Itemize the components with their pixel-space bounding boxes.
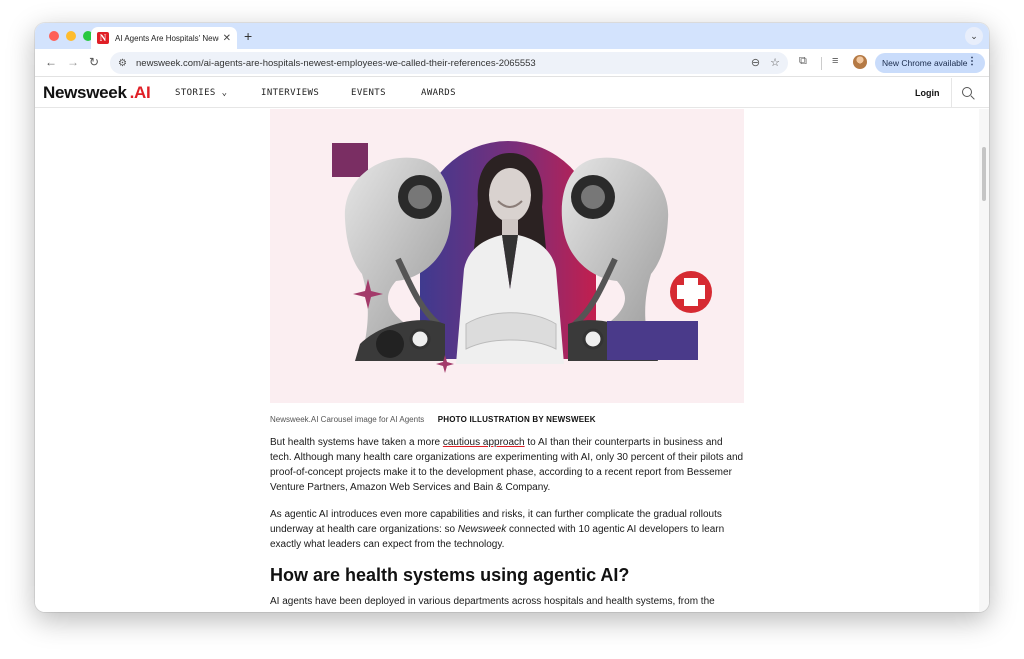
browser-window: N AI Agents Are Hospitals' Newest Employ… — [35, 23, 989, 612]
media-queue-icon[interactable]: ≡ — [832, 55, 838, 67]
page-scrollbar[interactable] — [979, 109, 989, 612]
scrollbar-thumb[interactable] — [982, 147, 986, 201]
site-search-button[interactable] — [951, 78, 989, 108]
active-tab[interactable]: N AI Agents Are Hospitals' Newest Employ… — [91, 27, 237, 49]
nav-events[interactable]: EVENTS — [351, 88, 386, 98]
new-tab-button[interactable]: + — [244, 28, 252, 44]
nav-awards[interactable]: AWARDS — [421, 88, 456, 98]
section-heading: How are health systems using agentic AI? — [270, 565, 630, 585]
zoom-icon[interactable]: ⊖ — [751, 56, 760, 69]
hero-illustration-svg — [270, 109, 744, 403]
close-window-button[interactable] — [49, 31, 59, 41]
puzzle-icon[interactable]: ⧉ — [799, 55, 807, 68]
star-icon[interactable]: ☆ — [770, 56, 780, 69]
minimize-window-button[interactable] — [66, 31, 76, 41]
window-controls — [49, 31, 93, 41]
paragraph-1: But health systems have taken a more cau… — [270, 435, 744, 495]
photo-credit: PHOTO ILLUSTRATION BY NEWSWEEK — [437, 415, 596, 424]
caption-text: Newsweek.AI Carousel image for AI Agents — [270, 415, 425, 424]
search-icon — [962, 87, 972, 97]
update-label: New Chrome available — [882, 58, 968, 68]
toolbar-divider — [821, 57, 822, 70]
article-content: Newsweek.AI Carousel image for AI Agents… — [35, 109, 979, 612]
purple-rectangle — [607, 321, 698, 360]
cautious-approach-link[interactable]: cautious approach — [443, 437, 525, 448]
back-arrow-icon[interactable]: ← — [45, 55, 57, 69]
nav-stories-label: STORIES — [175, 88, 216, 98]
image-caption: Newsweek.AI Carousel image for AI Agents… — [270, 409, 596, 427]
paragraph-2: As agentic AI introduces even more capab… — [270, 507, 744, 552]
nav-interviews[interactable]: INTERVIEWS — [261, 88, 319, 98]
newsweek-ai-logo[interactable]: Newsweek .AI — [43, 83, 151, 103]
chevron-down-icon: ⌄ — [221, 88, 228, 98]
tune-icon[interactable]: ⚙ — [118, 58, 132, 69]
chrome-update-button[interactable]: New Chrome available ⋮ — [875, 53, 985, 73]
kebab-menu-icon[interactable]: ⋮ — [967, 56, 977, 67]
medical-cross-icon — [670, 271, 712, 313]
hero-illustration — [270, 109, 744, 403]
tab-strip: N AI Agents Are Hospitals' Newest Employ… — [35, 23, 989, 49]
forward-arrow-icon[interactable]: → — [67, 55, 79, 69]
logo-ai: .AI — [129, 83, 151, 102]
plum-square — [332, 143, 368, 177]
newsweek-favicon-icon: N — [97, 32, 109, 44]
url-text: newsweek.com/ai-agents-are-hospitals-new… — [136, 57, 536, 69]
tab-close-icon[interactable]: ✕ — [223, 33, 231, 44]
p1-before: But health systems have taken a more — [270, 437, 443, 448]
site-header: Newsweek .AI STORIES ⌄ INTERVIEWS EVENTS … — [35, 78, 989, 108]
omnibox-actions: ⊖ ☆ — [751, 56, 780, 69]
browser-toolbar: ← → ↻ ⚙ newsweek.com/ai-agents-are-hospi… — [35, 49, 989, 77]
logo-main: Newsweek — [43, 83, 127, 102]
address-bar[interactable]: ⚙ newsweek.com/ai-agents-are-hospitals-n… — [110, 52, 788, 74]
profile-avatar[interactable] — [853, 55, 867, 69]
tab-search-chevron-icon[interactable]: ⌄ — [965, 27, 983, 45]
tab-title: AI Agents Are Hospitals' Newest Employee… — [115, 33, 219, 43]
paragraph-3: AI agents have been deployed in various … — [270, 596, 715, 607]
p2-newsweek: Newsweek — [457, 524, 507, 535]
reload-icon[interactable]: ↻ — [89, 55, 99, 69]
nav-stories[interactable]: STORIES ⌄ — [175, 88, 227, 98]
login-button[interactable]: Login — [915, 88, 940, 98]
